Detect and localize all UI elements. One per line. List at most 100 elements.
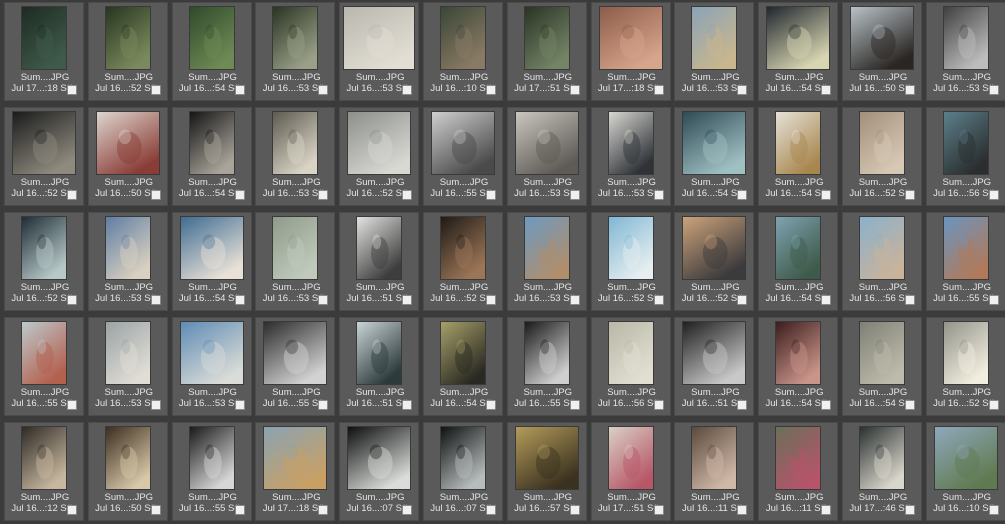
select-checkbox[interactable] — [234, 85, 245, 95]
thumbnail-cell[interactable]: Sum....JPG Jul 16...:54 S#: — [423, 317, 503, 416]
select-checkbox[interactable] — [150, 295, 161, 305]
thumbnail-cell[interactable]: Sum....JPG Jul 16...:52 S#: — [4, 107, 84, 206]
select-checkbox[interactable] — [821, 505, 832, 515]
select-checkbox[interactable] — [821, 85, 832, 95]
thumbnail-cell[interactable]: Sum....JPG Jul 16...:52 S#: — [4, 212, 84, 311]
select-checkbox[interactable] — [318, 295, 329, 305]
thumbnail-cell[interactable]: Sum....JPG Jul 16...:11 S#: — [674, 422, 755, 521]
thumbnail-cell[interactable]: Sum....JPG Jul 16...:51 S#: — [674, 317, 755, 416]
thumbnail-cell[interactable]: Sum....JPG Jul 16...:52 S#: — [423, 212, 503, 311]
thumbnail-cell[interactable]: Sum....JPG Jul 16...:52 S#: — [339, 107, 420, 206]
select-checkbox[interactable] — [402, 295, 413, 305]
thumbnail-cell[interactable]: Sum....JPG Jul 16...:12 S#: — [4, 422, 84, 521]
thumbnail-cell[interactable]: Sum....JPG Jul 17...:18 S#: — [4, 2, 84, 101]
select-checkbox[interactable] — [402, 190, 413, 200]
select-checkbox[interactable] — [905, 85, 915, 95]
thumbnail-cell[interactable]: Sum....JPG Jul 16...:52 S#: — [87, 2, 168, 101]
thumbnail-cell[interactable]: Sum....JPG Jul 16...:51 S#: — [339, 212, 420, 311]
select-checkbox[interactable] — [905, 295, 915, 305]
select-checkbox[interactable] — [486, 190, 496, 200]
select-checkbox[interactable] — [905, 190, 915, 200]
thumbnail-cell[interactable]: Sum....JPG Jul 16...:57 S#: — [506, 422, 587, 521]
select-checkbox[interactable] — [988, 190, 999, 200]
select-checkbox[interactable] — [486, 505, 496, 515]
thumbnail-cell[interactable]: Sum....JPG Jul 16...:54 S#: — [758, 2, 839, 101]
select-checkbox[interactable] — [737, 85, 748, 95]
thumbnail-cell[interactable]: Sum....JPG Jul 16...:07 S#: — [339, 422, 420, 521]
select-checkbox[interactable] — [402, 400, 413, 410]
select-checkbox[interactable] — [653, 400, 664, 410]
select-checkbox[interactable] — [569, 400, 580, 410]
select-checkbox[interactable] — [402, 85, 413, 95]
thumbnail-cell[interactable]: Sum....JPG Jul 16...:50 S#: — [842, 2, 922, 101]
thumbnail-cell[interactable]: Sum....JPG Jul 16...:55 S#: — [4, 317, 84, 416]
thumbnail-cell[interactable]: Sum....JPG Jul 17...:51 S#: — [506, 2, 587, 101]
thumbnail-cell[interactable]: Sum....JPG Jul 16...:55 S#: — [423, 107, 503, 206]
select-checkbox[interactable] — [653, 85, 664, 95]
thumbnail-cell[interactable]: Sum....JPG Jul 16...:56 S#: — [842, 212, 922, 311]
select-checkbox[interactable] — [569, 190, 580, 200]
thumbnail-cell[interactable]: Sum....JPG Jul 16...:50 S#: — [87, 107, 168, 206]
select-checkbox[interactable] — [569, 85, 580, 95]
select-checkbox[interactable] — [988, 400, 999, 410]
thumbnail-cell[interactable]: Sum....JPG Jul 16...:52 S#: — [842, 107, 922, 206]
select-checkbox[interactable] — [988, 505, 999, 515]
thumbnail-cell[interactable]: Sum....JPG Jul 17...:18 S#: — [255, 422, 336, 521]
thumbnail-cell[interactable]: Sum....JPG Jul 16...:56 S#: — [925, 107, 1005, 206]
thumbnail-cell[interactable]: Sum....JPG Jul 16...:53 S#: — [255, 212, 336, 311]
thumbnail-cell[interactable]: Sum....JPG Jul 16...:53 S#: — [255, 2, 336, 101]
thumbnail-cell[interactable]: Sum....JPG Jul 16...:53 S#: — [506, 107, 587, 206]
thumbnail-cell[interactable]: Sum....JPG Jul 16...:54 S#: — [758, 212, 839, 311]
thumbnail-cell[interactable]: Sum....JPG Jul 16...:53 S#: — [87, 317, 168, 416]
select-checkbox[interactable] — [737, 190, 748, 200]
thumbnail-cell[interactable]: Sum....JPG Jul 16...:53 S#: — [87, 212, 168, 311]
select-checkbox[interactable] — [67, 400, 77, 410]
select-checkbox[interactable] — [905, 505, 915, 515]
select-checkbox[interactable] — [318, 85, 329, 95]
thumbnail-cell[interactable]: Sum....JPG Jul 16...:53 S#: — [171, 317, 252, 416]
thumbnail-cell[interactable]: Sum....JPG Jul 16...:55 S#: — [171, 422, 252, 521]
select-checkbox[interactable] — [318, 190, 329, 200]
select-checkbox[interactable] — [653, 505, 664, 515]
select-checkbox[interactable] — [486, 295, 496, 305]
select-checkbox[interactable] — [569, 505, 580, 515]
thumbnail-cell[interactable]: Sum....JPG Jul 16...:53 S#: — [255, 107, 336, 206]
thumbnail-cell[interactable]: Sum....JPG Jul 16...:53 S#: — [590, 107, 671, 206]
select-checkbox[interactable] — [150, 85, 161, 95]
thumbnail-cell[interactable]: Sum....JPG Jul 16...:11 S#: — [758, 422, 839, 521]
select-checkbox[interactable] — [569, 295, 580, 305]
select-checkbox[interactable] — [234, 505, 245, 515]
select-checkbox[interactable] — [150, 190, 161, 200]
thumbnail-cell[interactable]: Sum....JPG Jul 16...:54 S#: — [171, 107, 252, 206]
thumbnail-cell[interactable]: Sum....JPG Jul 16...:52 S#: — [590, 212, 671, 311]
thumbnail-cell[interactable]: Sum....JPG Jul 16...:55 S#: — [255, 317, 336, 416]
select-checkbox[interactable] — [67, 190, 77, 200]
select-checkbox[interactable] — [486, 85, 496, 95]
thumbnail-cell[interactable]: Sum....JPG Jul 16...:52 S#: — [925, 317, 1005, 416]
select-checkbox[interactable] — [234, 295, 245, 305]
thumbnail-cell[interactable]: Sum....JPG Jul 16...:50 S#: — [87, 422, 168, 521]
select-checkbox[interactable] — [737, 505, 748, 515]
thumbnail-cell[interactable]: Sum....JPG Jul 16...:52 S#: — [674, 212, 755, 311]
thumbnail-cell[interactable]: Sum....JPG Jul 16...:07 S#: — [423, 422, 503, 521]
thumbnail-cell[interactable]: Sum....JPG Jul 16...:54 S#: — [758, 107, 839, 206]
select-checkbox[interactable] — [402, 505, 413, 515]
select-checkbox[interactable] — [821, 400, 832, 410]
thumbnail-cell[interactable]: Sum....JPG Jul 16...:56 S#: — [590, 317, 671, 416]
thumbnail-cell[interactable]: Sum....JPG Jul 16...:55 S#: — [925, 212, 1005, 311]
select-checkbox[interactable] — [486, 400, 496, 410]
thumbnail-cell[interactable]: Sum....JPG Jul 16...:51 S#: — [339, 317, 420, 416]
select-checkbox[interactable] — [821, 190, 832, 200]
select-checkbox[interactable] — [318, 400, 329, 410]
select-checkbox[interactable] — [653, 295, 664, 305]
thumbnail-cell[interactable]: Sum....JPG Jul 16...:53 S#: — [674, 2, 755, 101]
select-checkbox[interactable] — [318, 505, 329, 515]
thumbnail-cell[interactable]: Sum....JPG Jul 16...:10 S#: — [925, 422, 1005, 521]
thumbnail-cell[interactable]: Sum....JPG Jul 16...:10 S#: — [423, 2, 503, 101]
thumbnail-cell[interactable]: Sum....JPG Jul 16...:53 S#: — [925, 2, 1005, 101]
thumbnail-cell[interactable]: Sum....JPG Jul 16...:54 S#: — [842, 317, 922, 416]
thumbnail-cell[interactable]: Sum....JPG Jul 16...:53 S#: — [339, 2, 420, 101]
select-checkbox[interactable] — [821, 295, 832, 305]
select-checkbox[interactable] — [150, 400, 161, 410]
thumbnail-cell[interactable]: Sum....JPG Jul 16...:54 S#: — [758, 317, 839, 416]
